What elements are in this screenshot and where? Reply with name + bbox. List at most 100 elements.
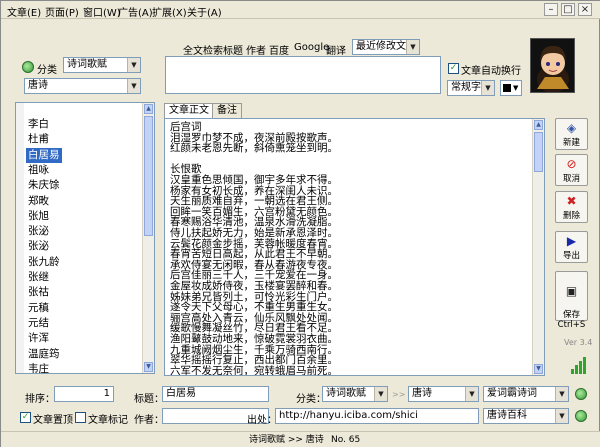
export-label: 导出: [562, 251, 580, 261]
chevron-down-icon: ▼: [555, 409, 568, 423]
list-gutter: [16, 103, 24, 373]
delete-icon: ✖: [566, 194, 577, 208]
author-label: 作者：: [134, 415, 164, 426]
text-line: 红颜未老恩先断，斜倚熏笼坐到明。: [170, 142, 338, 155]
menu-extend[interactable]: 扩展(X): [152, 4, 187, 19]
tab-google-search[interactable]: Google: [294, 42, 329, 53]
scroll-up-icon[interactable]: ▲: [534, 120, 543, 130]
list-item[interactable]: 张泌: [26, 239, 51, 254]
list-item[interactable]: 张祜: [26, 285, 51, 300]
add-category-icon[interactable]: [575, 388, 587, 400]
list-item[interactable]: 元稹: [26, 301, 51, 316]
text-line: 六军不发无奈何，宛转蛾眉马前死。: [170, 364, 338, 376]
list-item[interactable]: 郑畋: [26, 194, 51, 209]
source-extra-select[interactable]: 唐诗百科 ▼: [483, 408, 569, 424]
bottom-extra-select[interactable]: 爱词霸诗词 ▼: [483, 386, 569, 402]
maximize-button[interactable]: □: [561, 3, 575, 16]
export-button[interactable]: ▶ 导出: [555, 231, 588, 263]
save-button[interactable]: ▣ 保存 Ctrl+S: [555, 271, 588, 330]
pin-article-checkbox[interactable]: ✓: [20, 412, 31, 423]
source-label: 出处：: [247, 415, 277, 426]
new-doc-icon: ◈: [566, 121, 577, 135]
author-list[interactable]: 李白杜甫白居易祖咏朱庆馀郑畋张旭张泌张泌张九龄张继张祜元稹元结许浑温庭筠韦庄韦应…: [15, 102, 155, 374]
scroll-thumb[interactable]: [144, 116, 153, 236]
order-label: 排序：: [25, 394, 55, 405]
add-source-icon[interactable]: [575, 410, 587, 422]
close-button[interactable]: ×: [578, 3, 592, 16]
font-select[interactable]: 常规字体 ▼: [447, 80, 495, 96]
article-textarea[interactable]: 后宫词 泪湿罗巾梦不成，夜深前殿按歌声。 红颜未老恩先断，斜倚熏笼坐到明。 长恨歌 汉皇…: [164, 118, 545, 376]
list-item[interactable]: 张九龄: [26, 255, 62, 270]
chevron-down-icon: ▼: [481, 81, 494, 95]
minimize-button[interactable]: –: [544, 3, 558, 16]
delete-button[interactable]: ✖ 删除: [555, 191, 588, 223]
tab-article-text[interactable]: 文章正文: [164, 103, 214, 119]
save-label: 保存 Ctrl+S: [557, 310, 586, 330]
tab-notes[interactable]: 备注: [212, 103, 242, 118]
source-extra-value: 唐诗百科: [487, 410, 527, 421]
bottom-subcategory-value: 唐诗: [412, 388, 432, 399]
list-item[interactable]: 许浑: [26, 331, 51, 346]
list-item[interactable]: 朱庆馀: [26, 178, 62, 193]
color-swatch: [503, 84, 511, 92]
scroll-down-icon[interactable]: ▼: [534, 364, 543, 374]
list-item[interactable]: 张旭: [26, 209, 51, 224]
floppy-icon: ▣: [565, 284, 578, 298]
bottom-category-select[interactable]: 诗词歌赋 ▼: [322, 386, 388, 402]
list-item[interactable]: 李白: [26, 117, 51, 132]
title-label: 标题：: [134, 394, 164, 405]
status-path: 诗词歌赋 >> 唐诗: [249, 435, 324, 445]
recent-articles-select[interactable]: 最近修改文章 ▼: [352, 39, 420, 55]
tab-translate[interactable]: 翻译: [326, 42, 346, 57]
menu-article[interactable]: 文章(E): [7, 4, 41, 19]
refresh-icon[interactable]: [22, 61, 34, 73]
scroll-down-icon[interactable]: ▼: [144, 362, 153, 372]
content-tabs: 文章正文 备注: [164, 103, 364, 119]
auto-wrap-label: 文章自动换行: [461, 66, 521, 77]
menu-bar: 文章(E) 页面(P) 窗口(W) 广告(A) 扩展(X) 关于(A) – □ …: [1, 1, 600, 19]
source-input[interactable]: http://hanyu.iciba.com/shici: [275, 408, 479, 424]
search-input[interactable]: [165, 56, 441, 94]
cancel-icon: ⊘: [566, 157, 577, 171]
bottom-subcategory-select[interactable]: 唐诗 ▼: [408, 386, 479, 402]
list-item[interactable]: 张继: [26, 270, 51, 285]
list-item[interactable]: 元结: [26, 316, 51, 331]
scroll-thumb[interactable]: [534, 132, 543, 172]
list-item[interactable]: 白居易: [26, 147, 62, 163]
list-item[interactable]: 温庭筠: [26, 347, 62, 362]
new-button[interactable]: ◈ 新建: [555, 118, 588, 150]
avatar: [530, 38, 575, 93]
mark-article-label: 文章标记: [88, 415, 128, 426]
tab-author-search[interactable]: 作者: [246, 42, 266, 57]
subcategory-value: 唐诗: [28, 80, 48, 91]
list-scrollbar[interactable]: ▲ ▼: [142, 103, 154, 373]
order-input[interactable]: 1: [54, 386, 114, 402]
auto-wrap-checkbox[interactable]: ✓: [448, 63, 459, 74]
chevron-down-icon: ▼: [374, 387, 387, 401]
path-separator: >>: [392, 390, 406, 399]
subcategory-select[interactable]: 唐诗 ▼: [24, 78, 141, 94]
title-input[interactable]: 白居易: [162, 386, 269, 402]
chevron-down-icon: ▼: [406, 40, 419, 54]
tab-title-search[interactable]: 标题: [223, 42, 243, 57]
menu-page[interactable]: 页面(P): [45, 4, 79, 19]
mark-article-checkbox[interactable]: ✓: [75, 412, 86, 423]
chevron-down-icon: ▼: [127, 58, 140, 72]
color-select[interactable]: ▼: [500, 80, 522, 96]
list-item[interactable]: 韦庄: [26, 362, 51, 373]
signal-icon: [571, 356, 591, 374]
cancel-label: 取消: [562, 174, 580, 184]
menu-ads[interactable]: 广告(A): [118, 4, 153, 19]
list-item[interactable]: 张泌: [26, 224, 51, 239]
list-item[interactable]: 祖咏: [26, 163, 51, 178]
list-item[interactable]: 杜甫: [26, 132, 51, 147]
menu-about[interactable]: 关于(A): [187, 4, 222, 19]
menu-window[interactable]: 窗口(W): [83, 4, 121, 19]
category-select[interactable]: 诗词歌赋 ▼: [63, 57, 141, 73]
delete-label: 删除: [562, 211, 580, 221]
cancel-button[interactable]: ⊘ 取消: [555, 154, 588, 186]
chevron-down-icon: ▼: [513, 84, 519, 92]
scroll-up-icon[interactable]: ▲: [144, 104, 153, 114]
text-scrollbar[interactable]: ▲ ▼: [532, 119, 544, 375]
tab-baidu-search[interactable]: 百度: [269, 42, 289, 57]
